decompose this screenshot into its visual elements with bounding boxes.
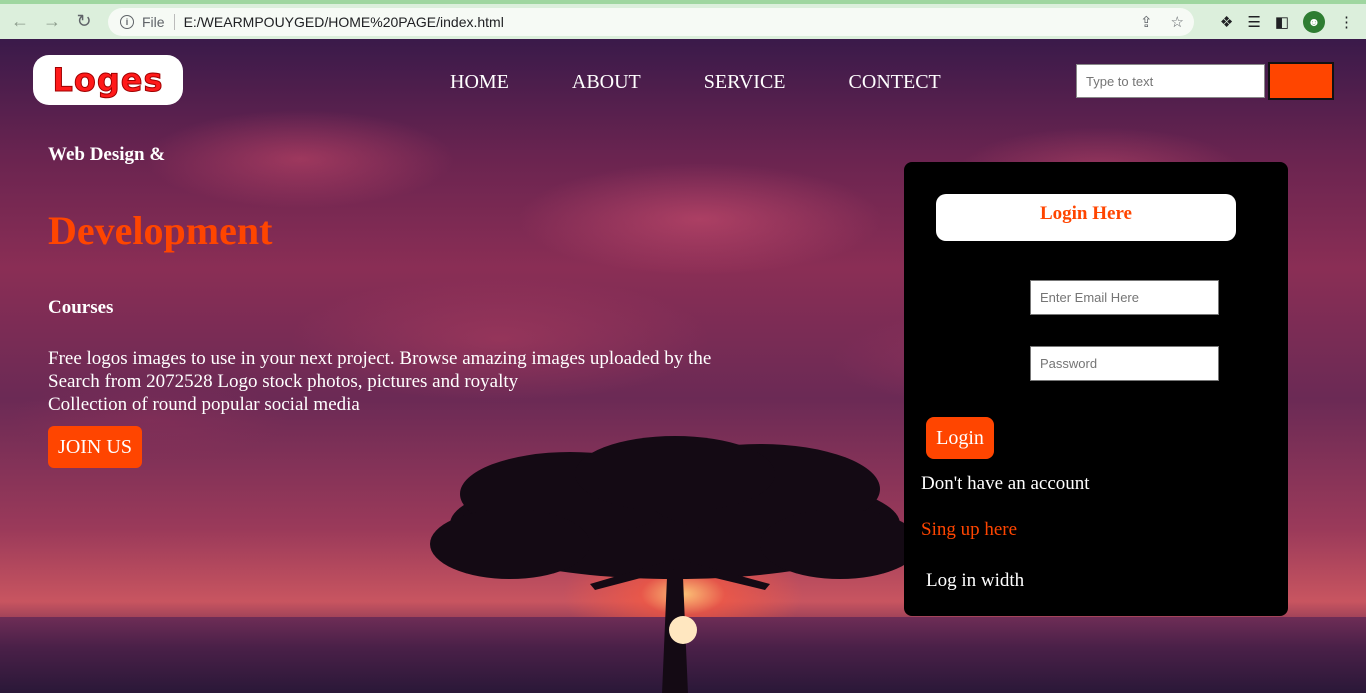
hero-paragraph: Free logos images to use in your next pr…	[48, 347, 711, 416]
email-field[interactable]	[1030, 280, 1219, 315]
hero-subtitle: Web Design &	[48, 144, 166, 165]
password-field[interactable]	[1030, 346, 1219, 381]
site-logo[interactable]: Loges	[33, 55, 183, 105]
login-title: Login Here	[936, 194, 1236, 241]
login-panel: Login Here Login Don't have an account S…	[904, 162, 1288, 616]
login-with-text: Log in width	[926, 570, 1025, 591]
info-icon[interactable]: i	[120, 15, 134, 29]
tree-silhouette-image	[430, 436, 920, 693]
extensions-puzzle-icon[interactable]: ❖	[1220, 13, 1233, 31]
file-label: File	[142, 14, 165, 30]
login-button[interactable]: Login	[926, 417, 994, 459]
hero-courses-heading: Courses	[48, 297, 114, 318]
url-text[interactable]: E:/WEARMPOUYGED/HOME%20PAGE/index.html	[184, 14, 504, 30]
nav-service[interactable]: SERVICE	[704, 71, 786, 94]
signup-link[interactable]: Sing up here	[921, 519, 1017, 541]
hero-paragraph-line: Search from 2072528 Logo stock photos, p…	[48, 371, 519, 392]
hero-paragraph-line: Free logos images to use in your next pr…	[48, 348, 712, 369]
main-nav: HOME ABOUT SERVICE CONTECT	[450, 71, 1004, 94]
page-viewport: Loges HOME ABOUT SERVICE CONTECT Web Des…	[0, 39, 1366, 693]
back-arrow-icon[interactable]: ←	[8, 10, 32, 34]
nav-contect[interactable]: CONTECT	[849, 71, 941, 94]
share-icon[interactable]: ⇪	[1140, 13, 1153, 31]
no-account-text: Don't have an account	[921, 473, 1090, 494]
search-input[interactable]	[1076, 64, 1265, 98]
hero-paragraph-line: Collection of round popular social media	[48, 394, 360, 415]
profile-avatar-icon[interactable]: ☻	[1303, 11, 1325, 33]
forward-arrow-icon[interactable]: →	[40, 10, 64, 34]
side-panel-icon[interactable]: ◧	[1275, 13, 1289, 31]
address-separator	[173, 14, 175, 30]
search-button[interactable]	[1268, 62, 1334, 100]
media-queue-icon[interactable]: ☰	[1247, 13, 1260, 31]
reload-icon[interactable]: ↻	[72, 10, 96, 34]
logo-text: Loges	[52, 61, 164, 100]
browser-toolbar: ← → ↻ i File E:/WEARMPOUYGED/HOME%20PAGE…	[0, 0, 1366, 39]
join-us-button[interactable]: JOIN US	[48, 426, 142, 468]
nav-home[interactable]: HOME	[450, 71, 509, 94]
hero-title: Development	[48, 208, 273, 253]
nav-about[interactable]: ABOUT	[572, 71, 641, 94]
address-bar[interactable]: i File E:/WEARMPOUYGED/HOME%20PAGE/index…	[108, 8, 1194, 36]
star-bookmark-icon[interactable]: ☆	[1171, 13, 1184, 31]
kebab-menu-icon[interactable]: ⋮	[1339, 13, 1354, 31]
